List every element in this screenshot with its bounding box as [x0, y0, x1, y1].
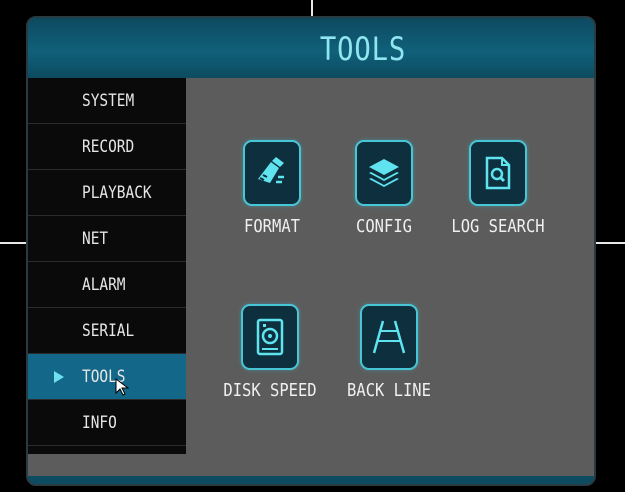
sidebar-item-serial[interactable]: SERIAL — [28, 308, 186, 354]
tools-window: TOOLS SYSTEM RECORD PLAYBACK NET ALARM S… — [26, 16, 596, 486]
format-icon-frame — [243, 140, 301, 206]
sidebar-item-net[interactable]: NET — [28, 216, 186, 262]
sidebar-item-system[interactable]: SYSTEM — [28, 78, 186, 124]
config-tool-button[interactable]: CONFIG — [324, 140, 444, 237]
sidebar-item-record[interactable]: RECORD — [28, 124, 186, 170]
log-search-icon-frame — [469, 140, 527, 206]
log-search-label: LOG SEARCH — [451, 216, 545, 237]
back-line-tool-button[interactable]: BACK LINE — [324, 304, 454, 401]
config-icon-frame — [355, 140, 413, 206]
layers-icon — [369, 159, 399, 187]
sidebar-item-label: ALARM — [82, 275, 126, 295]
disk-speed-icon-frame — [241, 304, 299, 370]
back-line-label: BACK LINE — [347, 380, 431, 401]
sidebar-item-label: NET — [82, 229, 109, 249]
config-label: CONFIG — [356, 216, 412, 237]
sidebar-item-alarm[interactable]: ALARM — [28, 262, 186, 308]
sidebar-item-label: SERIAL — [82, 321, 135, 341]
sidebar-item-label: PLAYBACK — [82, 183, 152, 203]
format-brush-icon — [258, 157, 284, 184]
title-bar: TOOLS — [28, 18, 594, 78]
crosshair-left-mark — [0, 242, 26, 244]
page-title: TOOLS — [319, 30, 407, 68]
sidebar-item-label: RECORD — [82, 137, 135, 157]
sidebar-item-label: SYSTEM — [82, 91, 135, 111]
crosshair-right-mark — [596, 242, 625, 244]
disk-speed-tool-button[interactable]: DISK SPEED — [200, 304, 340, 401]
mouse-pointer-icon — [115, 378, 130, 396]
sidebar-item-label: INFO — [82, 413, 117, 433]
parking-lines-icon — [372, 320, 406, 354]
sidebar-item-info[interactable]: INFO — [28, 400, 186, 446]
format-label: FORMAT — [244, 216, 300, 237]
log-search-tool-button[interactable]: LOG SEARCH — [433, 140, 563, 237]
selection-arrow-icon — [54, 371, 64, 383]
document-search-icon — [485, 156, 511, 190]
back-line-icon-frame — [360, 304, 418, 370]
sidebar-item-playback[interactable]: PLAYBACK — [28, 170, 186, 216]
sidebar-item-tools[interactable]: TOOLS — [28, 354, 186, 400]
disk-drive-icon — [256, 318, 284, 356]
sidebar-menu: SYSTEM RECORD PLAYBACK NET ALARM SERIAL … — [28, 78, 186, 454]
format-tool-button[interactable]: FORMAT — [212, 140, 332, 237]
bottom-strip — [28, 476, 594, 484]
disk-speed-label: DISK SPEED — [223, 380, 317, 401]
